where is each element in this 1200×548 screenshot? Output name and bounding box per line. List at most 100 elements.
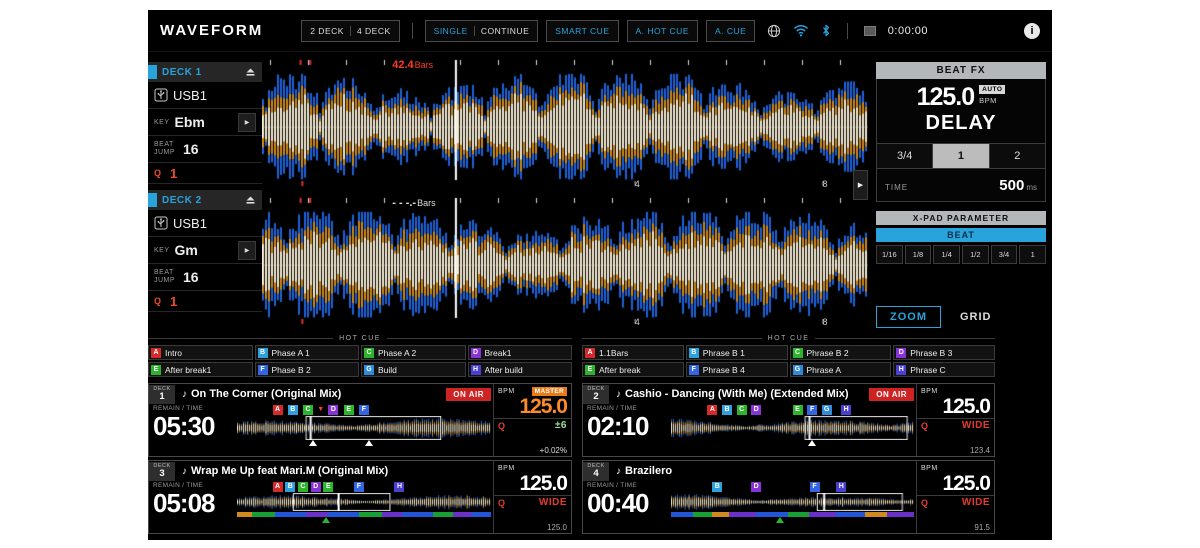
hot-cue-b-button[interactable]: BPhrase B 1 — [686, 345, 788, 360]
overview-waveform[interactable] — [237, 493, 491, 511]
hot-cue-marker[interactable]: B — [285, 482, 295, 492]
fx-beat-2-button[interactable]: 2 — [990, 144, 1045, 168]
deck2-key-row[interactable]: KEY Gm ▶ — [148, 237, 262, 264]
hot-cue-f-button[interactable]: FPhase B 2 — [255, 362, 360, 377]
fraction-1-8-button[interactable]: 1/8 — [905, 245, 932, 264]
hot-cue-marker[interactable]: C — [737, 405, 747, 415]
deck-mode-2deck[interactable]: 2 DECK — [310, 26, 344, 36]
hot-cue-marker[interactable]: G — [822, 405, 832, 415]
waveform-next-button[interactable]: ▶ — [853, 170, 868, 200]
hot-cue-marker[interactable]: E — [323, 482, 333, 492]
track-title: Brazilero — [625, 465, 672, 477]
deck-bpm-column: BPM MASTER 125.0 Q ±6 +0.02% — [493, 384, 571, 456]
overview-waveform[interactable] — [671, 416, 914, 440]
hot-cue-a-button[interactable]: A1.1Bars — [582, 345, 684, 360]
hot-cue-d-button[interactable]: DBreak1 — [468, 345, 573, 360]
hot-cue-marker[interactable]: H — [394, 482, 404, 492]
position-marker — [322, 517, 330, 523]
auto-bpm-badge[interactable]: AUTO — [979, 85, 1005, 94]
hot-cue-h-button[interactable]: HAfter build — [468, 362, 573, 377]
hot-cue-marker[interactable]: C — [303, 405, 313, 415]
fraction-3-4-button[interactable]: 3/4 — [991, 245, 1018, 264]
fx-beat-3-4-button[interactable]: 3/4 — [877, 144, 933, 168]
hot-cue-c-button[interactable]: CPhase A 2 — [361, 345, 466, 360]
fraction-1-2-button[interactable]: 1/2 — [962, 245, 989, 264]
smart-cue-button[interactable]: SMART CUE — [546, 20, 618, 42]
hot-cue-marker[interactable]: A — [273, 405, 283, 415]
divider — [474, 26, 475, 36]
fraction-1-4-button[interactable]: 1/4 — [933, 245, 960, 264]
wifi-icon[interactable] — [793, 24, 809, 37]
key-shift-button[interactable]: ▶ — [238, 241, 256, 260]
eject-button[interactable] — [245, 195, 256, 205]
hot-cue-marker[interactable]: H — [836, 482, 846, 492]
hot-cue-marker[interactable]: F — [359, 405, 369, 415]
play-mode-continue[interactable]: CONTINUE — [481, 26, 529, 36]
hot-cue-marker[interactable]: ▼ — [316, 405, 326, 415]
hot-cue-marker[interactable]: E — [793, 405, 803, 415]
hot-cue-marker[interactable]: F — [810, 482, 820, 492]
hot-cue-marker[interactable]: F — [354, 482, 364, 492]
hot-cue-marker[interactable]: B — [712, 482, 722, 492]
cue-letter-chip: A — [585, 348, 595, 358]
deck1-quantize-row[interactable]: Q 1 — [148, 163, 262, 184]
hot-cue-marker[interactable]: H — [841, 405, 851, 415]
hot-cue-h-button[interactable]: HPhrase C — [893, 362, 995, 377]
hot-cue-e-button[interactable]: EAfter break — [582, 362, 684, 377]
fx-beat-1-button[interactable]: 1 — [933, 144, 989, 168]
hot-cue-a-button[interactable]: AIntro — [148, 345, 253, 360]
xpad-beat-mode[interactable]: BEAT — [876, 228, 1046, 242]
eject-button[interactable] — [245, 67, 256, 77]
music-note-icon: ♪ — [182, 466, 187, 477]
deck1-key-row[interactable]: KEY Ebm ▶ — [148, 109, 262, 136]
deck2-quantize-row[interactable]: Q 1 — [148, 291, 262, 312]
bluetooth-icon[interactable] — [821, 24, 831, 37]
track-overview: ABCDE F H — [237, 482, 491, 523]
hot-cue-marker[interactable]: D — [328, 405, 338, 415]
auto-cue-button[interactable]: A. CUE — [706, 20, 755, 42]
hot-cue-g-button[interactable]: GPhrase A — [790, 362, 892, 377]
hot-cue-e-button[interactable]: EAfter break1 — [148, 362, 253, 377]
play-mode-toggle[interactable]: SINGLE CONTINUE — [425, 20, 539, 42]
top-bar: WAVEFORM 2 DECK 4 DECK SINGLE CONTINUE S… — [148, 10, 1052, 52]
deck1-beat-jump-row[interactable]: BEAT JUMP 16 — [148, 136, 262, 163]
deck-1-panel: DECK 1 ♪ On The Corner (Original Mix) ON… — [148, 383, 572, 457]
fx-time-row[interactable]: TIME 500 ms — [877, 168, 1045, 201]
hot-cue-c-button[interactable]: CPhrase B 2 — [790, 345, 892, 360]
deck1-main-waveform[interactable] — [262, 58, 868, 190]
hot-cue-marker[interactable]: C — [298, 482, 308, 492]
fraction-1-16-button[interactable]: 1/16 — [876, 245, 903, 264]
deck2-source-row[interactable]: USB1 — [148, 210, 262, 237]
deck2-beat-jump-row[interactable]: BEAT JUMP 16 — [148, 264, 262, 291]
overview-waveform[interactable] — [671, 493, 914, 511]
hot-cue-marker[interactable]: A — [707, 405, 717, 415]
hot-cue-g-button[interactable]: GBuild — [361, 362, 466, 377]
hot-cue-marker[interactable]: B — [722, 405, 732, 415]
play-mode-single[interactable]: SINGLE — [434, 26, 468, 36]
deck1-source-row[interactable]: USB1 — [148, 82, 262, 109]
hot-cue-marker[interactable]: A — [273, 482, 283, 492]
zoom-button[interactable]: ZOOM — [876, 306, 941, 328]
grid-button[interactable]: GRID — [951, 306, 1001, 328]
hot-cue-marker[interactable]: D — [311, 482, 321, 492]
deck-mode-4deck[interactable]: 4 DECK — [357, 26, 391, 36]
hot-cue-marker[interactable]: B — [288, 405, 298, 415]
usb-icon — [154, 88, 168, 102]
overview-waveform[interactable] — [237, 416, 491, 440]
hot-cue-marker[interactable]: D — [751, 405, 761, 415]
hot-cue-marker[interactable]: F — [807, 405, 817, 415]
hot-cue-f-button[interactable]: FPhrase B 4 — [686, 362, 788, 377]
hot-cue-b-button[interactable]: BPhase A 1 — [255, 345, 360, 360]
deck-mode-toggle[interactable]: 2 DECK 4 DECK — [301, 20, 399, 42]
hot-cue-d-button[interactable]: DPhrase B 3 — [893, 345, 995, 360]
fx-bpm-display: 125.0 AUTO BPM — [877, 79, 1045, 110]
info-icon[interactable]: i — [1024, 23, 1040, 39]
hot-cue-marker[interactable]: E — [344, 405, 354, 415]
deck2-header: DECK 2 — [148, 190, 262, 210]
fraction-1-button[interactable]: 1 — [1019, 245, 1046, 264]
auto-hot-cue-button[interactable]: A. HOT CUE — [627, 20, 699, 42]
globe-icon[interactable] — [767, 24, 781, 38]
deck2-main-waveform[interactable] — [262, 196, 868, 328]
hot-cue-marker[interactable]: D — [751, 482, 761, 492]
key-shift-button[interactable]: ▶ — [238, 113, 256, 132]
